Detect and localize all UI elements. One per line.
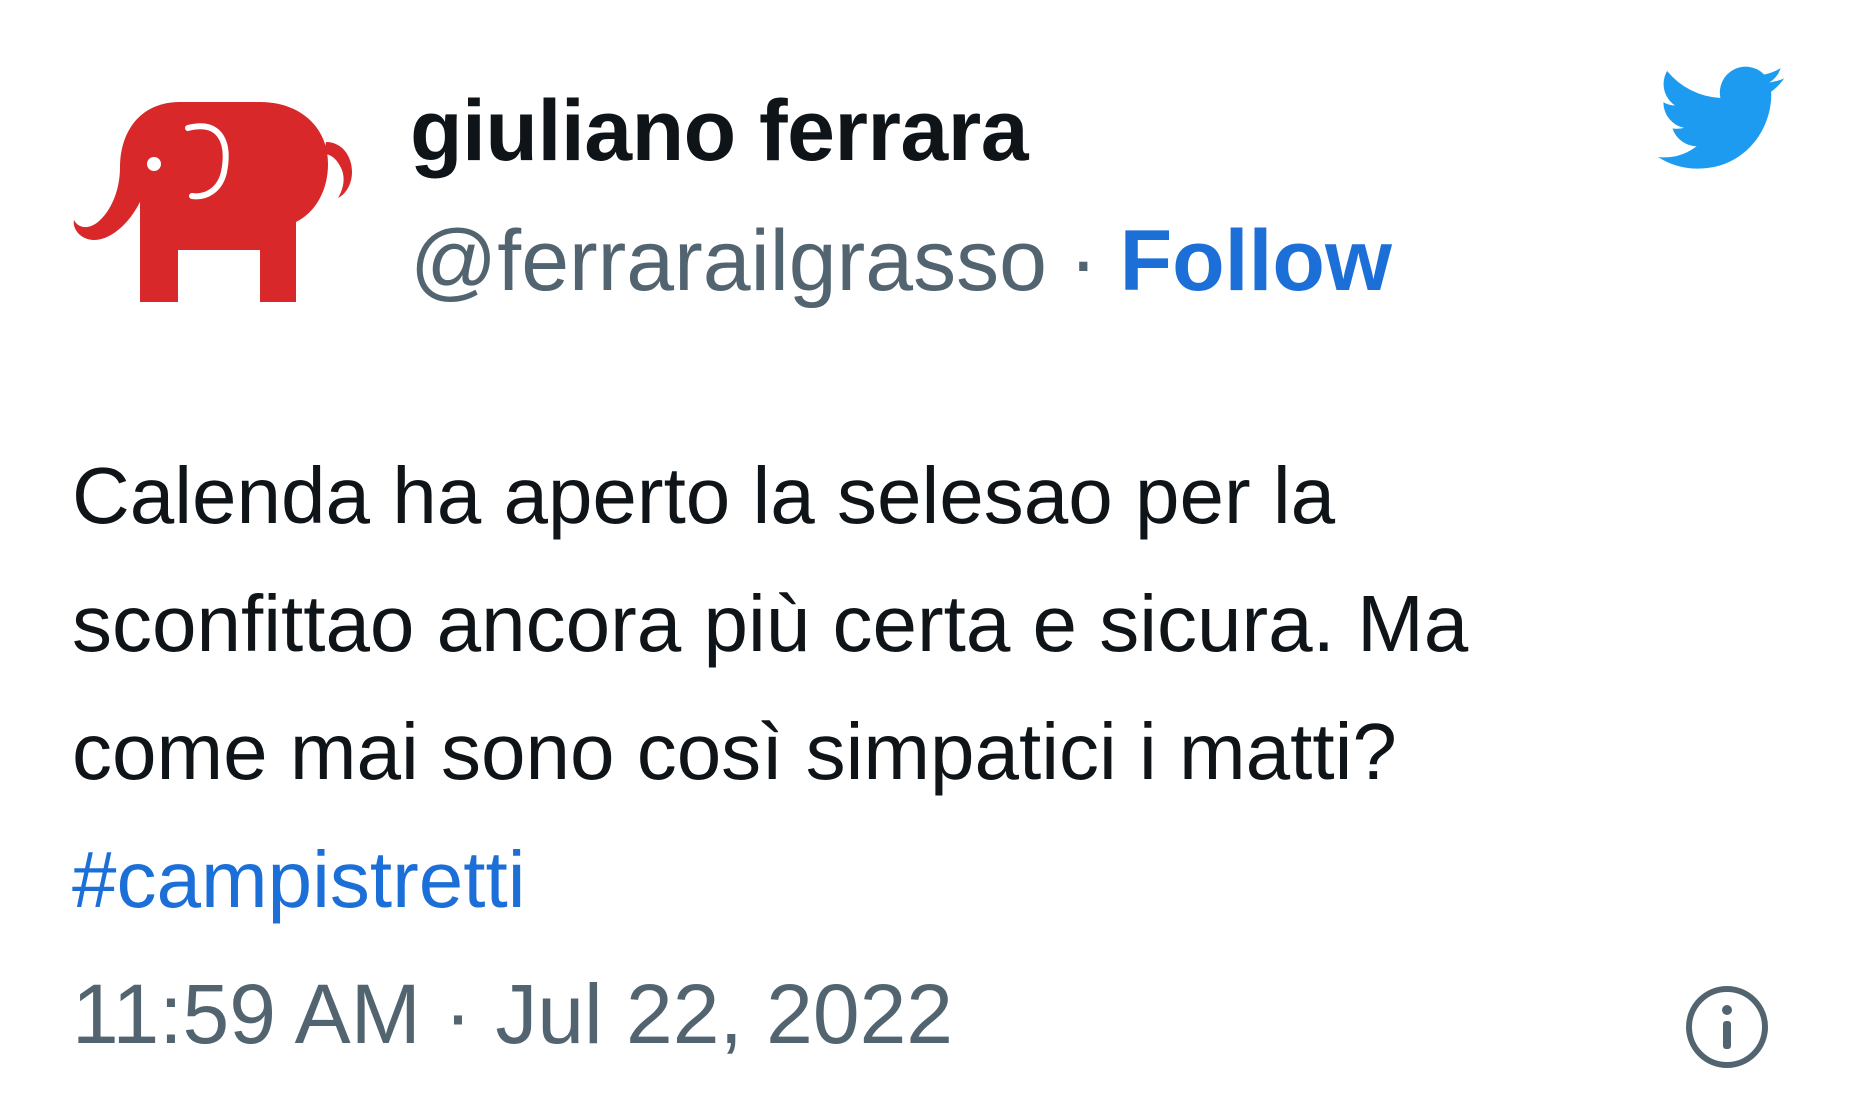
- tweet-line: come mai sono così simpatici i matti?: [72, 707, 1397, 796]
- hashtag-link[interactable]: #campistretti: [72, 835, 525, 924]
- tweet-line: #campistretti: [72, 816, 1812, 944]
- twitter-bird-icon[interactable]: [1648, 52, 1796, 180]
- red-elephant-icon[interactable]: [70, 72, 370, 312]
- timestamp[interactable]: 11:59 AM · Jul 22, 2022: [72, 968, 953, 1061]
- display-name[interactable]: giuliano ferrara: [410, 84, 1029, 179]
- tweet-text: Calenda ha aperto la selesao per la scon…: [72, 432, 1812, 944]
- tweet-line: sconfittao ancora più certa e sicura. Ma: [72, 579, 1469, 668]
- info-icon[interactable]: [1684, 984, 1770, 1070]
- tweet-card: giuliano ferrara @ferrarailgrasso · Follow…: [0, 0, 1868, 1120]
- user-handle[interactable]: @ferrarailgrasso: [410, 213, 1047, 309]
- separator-dot: ·: [1068, 213, 1098, 309]
- follow-button[interactable]: Follow: [1120, 213, 1392, 309]
- tweet-line: Calenda ha aperto la selesao per la: [72, 451, 1336, 540]
- handle-row: @ferrarailgrasso · Follow: [410, 214, 1392, 309]
